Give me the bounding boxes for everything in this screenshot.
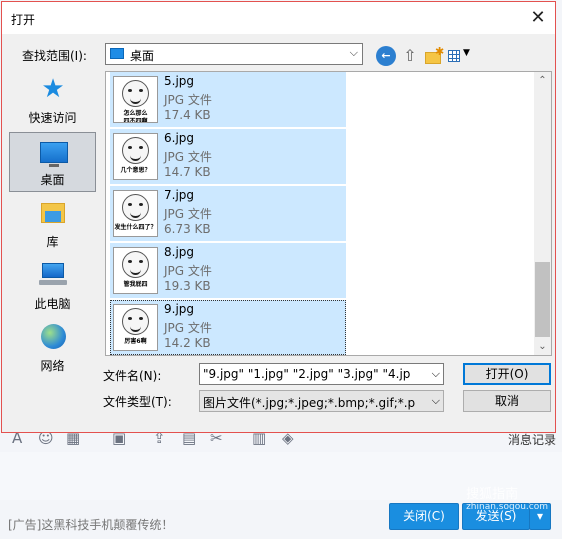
star-icon: ★ — [41, 74, 65, 104]
scrollbar-thumb[interactable] — [535, 262, 550, 337]
image-thumbnail: 几个意思？ — [113, 133, 158, 180]
scroll-down-icon[interactable]: ⌄ — [534, 338, 551, 355]
place-network[interactable]: 网络 — [9, 319, 96, 379]
place-label: 快速访问 — [28, 111, 77, 125]
chevron-down-icon[interactable]: ⌵ — [429, 367, 440, 381]
file-size: 19.3 KB — [164, 279, 211, 293]
watermark-text: 搜狐指南 — [466, 487, 519, 502]
vertical-scrollbar[interactable]: ⌃ ⌄ — [534, 72, 551, 355]
thumbnail-caption: 怎么那么 四不四啊 — [123, 110, 148, 123]
thumbnail-caption: 管我屁四 — [123, 281, 148, 288]
file-name: 5.jpg — [164, 74, 195, 88]
scroll-up-icon[interactable]: ⌃ — [534, 72, 551, 89]
filename-value: "9.jpg" "1.jpg" "2.jpg" "3.jpg" "4.jp — [203, 367, 411, 381]
file-name: 6.jpg — [164, 131, 195, 145]
file-name: 8.jpg — [164, 245, 195, 259]
place-label: 此电脑 — [34, 297, 71, 311]
filetype-dropdown[interactable]: 图片文件(*.jpg;*.jpeg;*.bmp;*.gif;*.p ⌵ — [199, 390, 444, 412]
file-size: 14.2 KB — [164, 336, 211, 350]
file-name: 9.jpg — [164, 302, 195, 316]
dialog-title: 打开 — [11, 13, 36, 27]
watermark: 搜狐指南 zhinan.sogou.com — [466, 483, 548, 512]
list-item[interactable]: 发生什么四了？ 7.jpg JPG 文件 6.73 KB — [110, 186, 346, 241]
file-size: 17.4 KB — [164, 108, 211, 122]
file-type: JPG 文件 — [164, 264, 212, 278]
dialog-titlebar[interactable]: 打开 ✕ — [2, 2, 555, 34]
file-type: JPG 文件 — [164, 207, 212, 221]
image-thumbnail: 管我屁四 — [113, 247, 158, 294]
ad-text[interactable]: [广告]这黑科技手机颠覆传统！ — [8, 516, 173, 533]
thumbnail-caption: 厉害6啊 — [124, 338, 147, 345]
list-item[interactable]: 怎么那么 四不四啊 5.jpg JPG 文件 17.4 KB — [110, 72, 346, 127]
place-label: 桌面 — [40, 173, 65, 187]
computer-icon — [39, 263, 67, 287]
list-item[interactable]: 厉害6啊 9.jpg JPG 文件 14.2 KB — [110, 300, 346, 355]
thumbnail-caption: 几个意思？ — [120, 167, 151, 174]
up-folder-icon[interactable]: ⇧ — [400, 46, 420, 66]
cancel-button[interactable]: 取消 — [463, 390, 551, 412]
file-type: JPG 文件 — [164, 321, 212, 335]
filetype-label: 文件类型(T): — [103, 395, 172, 409]
message-history-link[interactable]: 消息记录 — [508, 431, 556, 448]
place-label: 库 — [46, 235, 59, 249]
image-thumbnail: 怎么那么 四不四啊 — [113, 76, 158, 123]
back-arrow-icon[interactable]: ← — [376, 46, 396, 66]
watermark-subtext: zhinan.sogou.com — [466, 502, 548, 512]
look-in-dropdown[interactable]: 桌面 ⌵ — [105, 43, 363, 65]
place-label: 网络 — [40, 359, 65, 373]
network-icon — [41, 324, 66, 349]
chevron-down-icon: ⌵ — [349, 46, 358, 59]
file-size: 6.73 KB — [164, 222, 211, 236]
filename-field[interactable]: "9.jpg" "1.jpg" "2.jpg" "3.jpg" "4.jp ⌵ — [199, 363, 444, 385]
list-item[interactable]: 管我屁四 8.jpg JPG 文件 19.3 KB — [110, 243, 346, 298]
place-libraries[interactable]: 库 — [9, 195, 96, 255]
file-size: 14.7 KB — [164, 165, 211, 179]
file-list[interactable]: 怎么那么 四不四啊 5.jpg JPG 文件 17.4 KB 几个意思？ 6.j… — [105, 71, 552, 356]
look-in-label: 查找范围(I): — [22, 49, 87, 63]
place-quick-access[interactable]: ★ 快速访问 — [9, 71, 96, 131]
chevron-down-icon[interactable]: ⌵ — [429, 394, 440, 408]
place-desktop[interactable]: 桌面 — [9, 132, 96, 192]
open-button[interactable]: 打开(O) — [463, 363, 551, 385]
file-type: JPG 文件 — [164, 93, 212, 107]
place-this-pc[interactable]: 此电脑 — [9, 257, 96, 317]
new-folder-icon[interactable]: ✱ — [423, 45, 444, 66]
file-type: JPG 文件 — [164, 150, 212, 164]
list-item[interactable]: 几个意思？ 6.jpg JPG 文件 14.7 KB — [110, 129, 346, 184]
view-menu-icon[interactable]: ▼ — [447, 46, 473, 66]
desktop-folder-icon — [110, 48, 124, 59]
close-chat-button[interactable]: 关闭(C) — [389, 503, 459, 530]
open-file-dialog: 打开 ✕ 查找范围(I): 桌面 ⌵ ← ⇧ ✱ ▼ ★ 快速访问 桌面 库 此… — [1, 1, 556, 433]
image-thumbnail: 厉害6啊 — [113, 304, 158, 351]
places-bar: ★ 快速访问 桌面 库 此电脑 网络 — [9, 71, 97, 373]
look-in-value: 桌面 — [130, 49, 155, 63]
close-icon[interactable]: ✕ — [524, 5, 552, 31]
image-thumbnail: 发生什么四了？ — [113, 190, 158, 237]
filetype-value: 图片文件(*.jpg;*.jpeg;*.bmp;*.gif;*.p — [203, 396, 416, 410]
filename-label: 文件名(N): — [103, 369, 162, 383]
thumbnail-caption: 发生什么四了？ — [114, 224, 157, 231]
file-name: 7.jpg — [164, 188, 195, 202]
desktop-icon — [40, 142, 68, 167]
library-icon — [41, 201, 65, 225]
